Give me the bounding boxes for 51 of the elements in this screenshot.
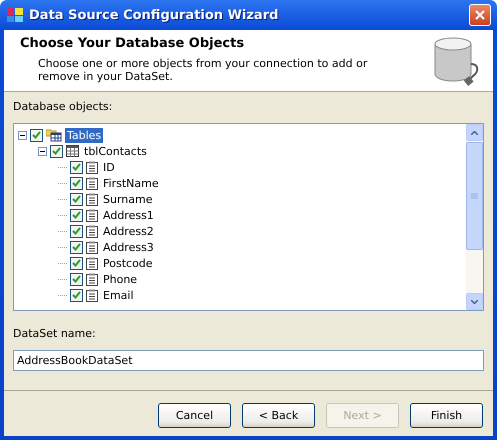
column-icon: [86, 160, 98, 174]
column-icon: [86, 256, 98, 270]
close-icon: [474, 9, 486, 21]
checkbox[interactable]: [70, 272, 83, 286]
collapse-icon[interactable]: [18, 130, 27, 140]
checkbox[interactable]: [70, 208, 83, 222]
tree-item[interactable]: Address3: [101, 240, 156, 254]
checkbox[interactable]: [70, 192, 83, 206]
wizard-button[interactable]: Finish: [410, 403, 483, 428]
tree-item[interactable]: Postcode: [101, 256, 155, 270]
tree-item[interactable]: Email: [101, 288, 136, 302]
tree-item[interactable]: tblContacts: [82, 144, 149, 158]
tables-icon: [46, 128, 62, 142]
tree-item[interactable]: Tables: [65, 128, 104, 142]
checkbox[interactable]: [70, 224, 83, 238]
field-label: DataSet name:: [13, 327, 97, 340]
column-icon: [86, 240, 98, 254]
checkbox[interactable]: [70, 160, 83, 174]
checkbox[interactable]: [70, 256, 83, 270]
column-icon: [86, 224, 98, 238]
checkbox[interactable]: [30, 128, 43, 142]
tree-item[interactable]: Address2: [101, 224, 156, 238]
tree-item[interactable]: Phone: [101, 272, 140, 286]
wizard-button[interactable]: Cancel: [158, 403, 231, 428]
tree-item[interactable]: FirstName: [101, 176, 161, 190]
scrollbar[interactable]: [466, 124, 483, 310]
tree-item[interactable]: Address1: [101, 208, 156, 222]
column-icon: [86, 208, 98, 222]
window-title: Data Source Configuration Wizard: [29, 8, 280, 22]
page-title: Choose Your Database Objects: [20, 36, 246, 51]
checkbox[interactable]: [70, 240, 83, 254]
app-icon: [7, 7, 23, 23]
checkbox[interactable]: [70, 176, 83, 190]
column-icon: [86, 272, 98, 286]
scroll-down-icon[interactable]: [471, 300, 478, 304]
field-label: Database objects:: [13, 100, 114, 113]
collapse-icon[interactable]: [38, 146, 47, 156]
dataset-name-field[interactable]: AddressBookDataSet: [13, 350, 484, 371]
page-description: Choose one or more objects from your connection to add or remove in your DataSet.: [37, 57, 368, 83]
checkbox[interactable]: [70, 288, 83, 302]
tree-item[interactable]: Surname: [101, 192, 154, 206]
wizard-button[interactable]: < Back: [242, 403, 315, 428]
column-icon: [86, 176, 98, 190]
column-icon: [86, 288, 98, 302]
table-icon: [66, 145, 79, 157]
column-icon: [86, 192, 98, 206]
grip-icon: [471, 193, 478, 199]
checkbox[interactable]: [50, 144, 63, 158]
scroll-up-icon[interactable]: [471, 130, 478, 134]
close-button[interactable]: [469, 4, 491, 26]
tree-item[interactable]: ID: [101, 160, 117, 174]
